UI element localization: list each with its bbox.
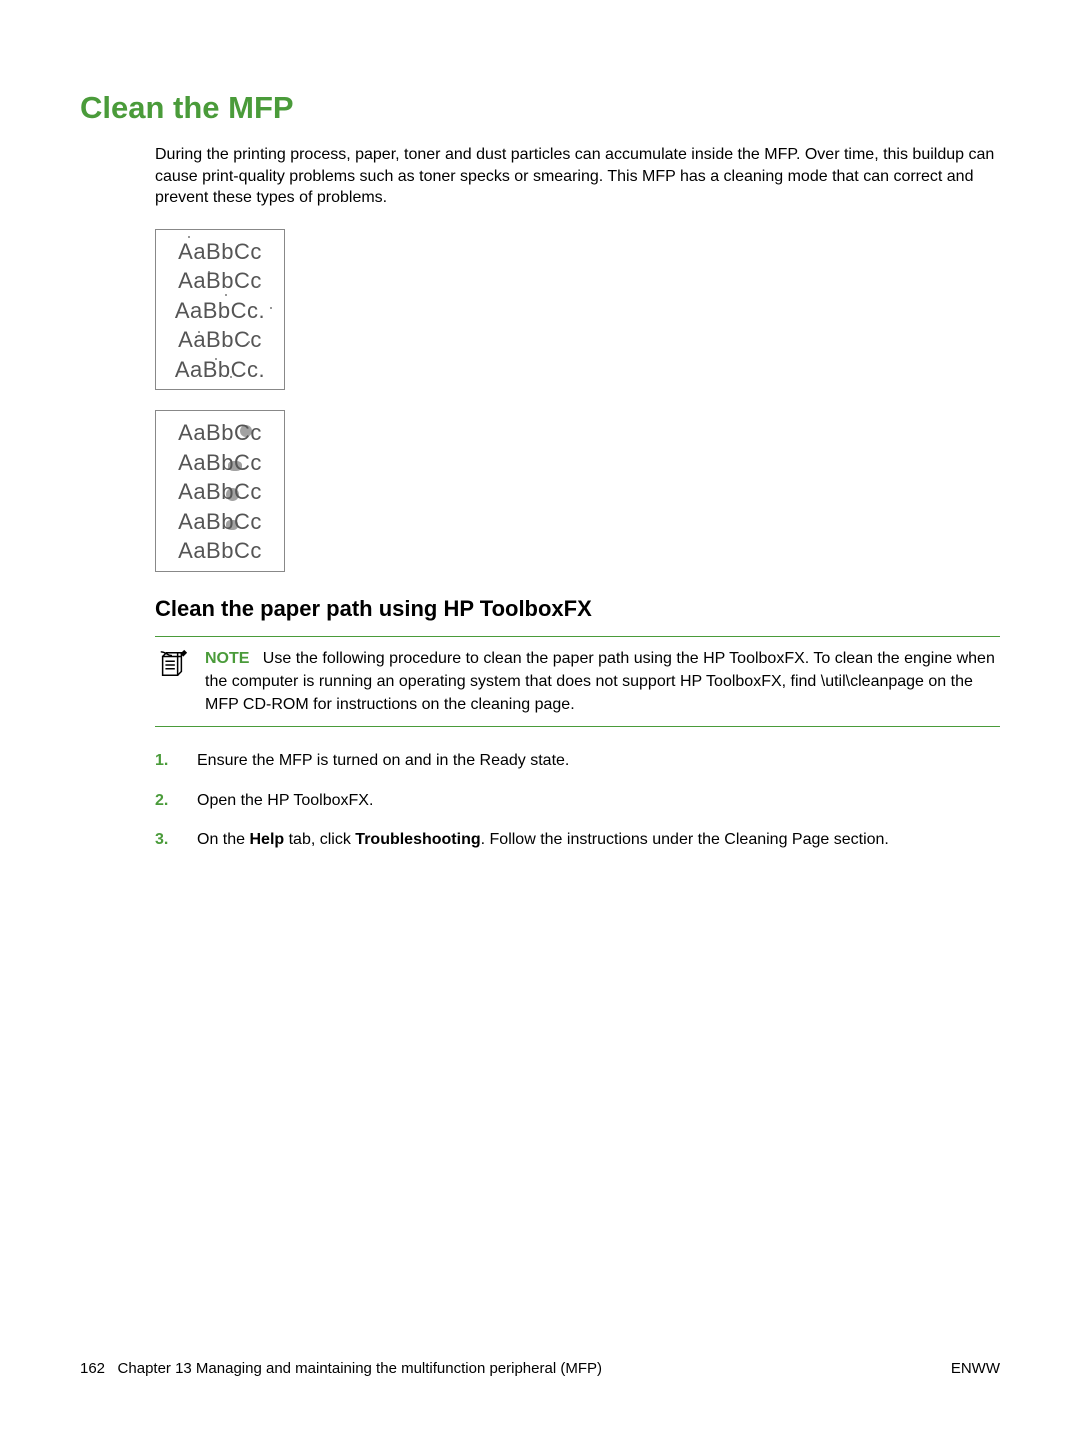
note-icon (155, 647, 189, 717)
sample-text-line: AaBbCc (178, 478, 262, 506)
sample-text-line: AaBbCc (178, 238, 262, 266)
step-number: 1. (155, 749, 173, 772)
chapter-title: Chapter 13 Managing and maintaining the … (118, 1360, 602, 1377)
print-sample-smear: AaBbCc AaBbCc AaBbCc AaBbCc AaBbCc (155, 410, 285, 572)
sample-text-line: AaBbCc (178, 508, 262, 536)
step-item: 2. Open the HP ToolboxFX. (155, 789, 1000, 812)
step-text: Open the HP ToolboxFX. (197, 789, 373, 812)
note-callout: NOTE Use the following procedure to clea… (155, 636, 1000, 728)
ordered-steps: 1. Ensure the MFP is turned on and in th… (155, 749, 1000, 851)
footer-right: ENWW (951, 1360, 1000, 1377)
section-subheading: Clean the paper path using HP ToolboxFX (155, 596, 1000, 622)
sample-text-line: AaBbCc (178, 449, 262, 477)
step-item: 1. Ensure the MFP is turned on and in th… (155, 749, 1000, 772)
page-heading: Clean the MFP (80, 90, 1000, 126)
footer-left: 162 Chapter 13 Managing and maintaining … (80, 1360, 602, 1377)
sample-text-line: AaBbCc (178, 326, 262, 354)
document-page: Clean the MFP During the printing proces… (0, 0, 1080, 1437)
page-number: 162 (80, 1360, 105, 1377)
page-footer: 162 Chapter 13 Managing and maintaining … (80, 1360, 1000, 1377)
note-text: NOTE Use the following procedure to clea… (205, 647, 1000, 717)
sample-text-line: AaBbCc. (175, 356, 265, 384)
step-item: 3. On the Help tab, click Troubleshootin… (155, 828, 1000, 851)
step-number: 3. (155, 828, 173, 851)
step-number: 2. (155, 789, 173, 812)
print-sample-specks: AaBbCc AaBbCc AaBbCc. AaBbCc AaBbCc. (155, 229, 285, 391)
intro-paragraph: During the printing process, paper, tone… (155, 144, 1000, 209)
smear-mark-icon (228, 461, 242, 471)
note-label: NOTE (205, 650, 249, 667)
step-text: On the Help tab, click Troubleshooting. … (197, 828, 889, 851)
step-text: Ensure the MFP is turned on and in the R… (197, 749, 569, 772)
smear-mark-icon (226, 520, 238, 530)
sample-text-line: AaBbCc (178, 267, 262, 295)
sample-text-line: AaBbCc (178, 419, 262, 447)
sample-text-line: AaBbCc (178, 537, 262, 565)
content-body: During the printing process, paper, tone… (155, 144, 1000, 851)
sample-text-line: AaBbCc. (175, 297, 265, 325)
note-body: Use the following procedure to clean the… (205, 650, 995, 713)
